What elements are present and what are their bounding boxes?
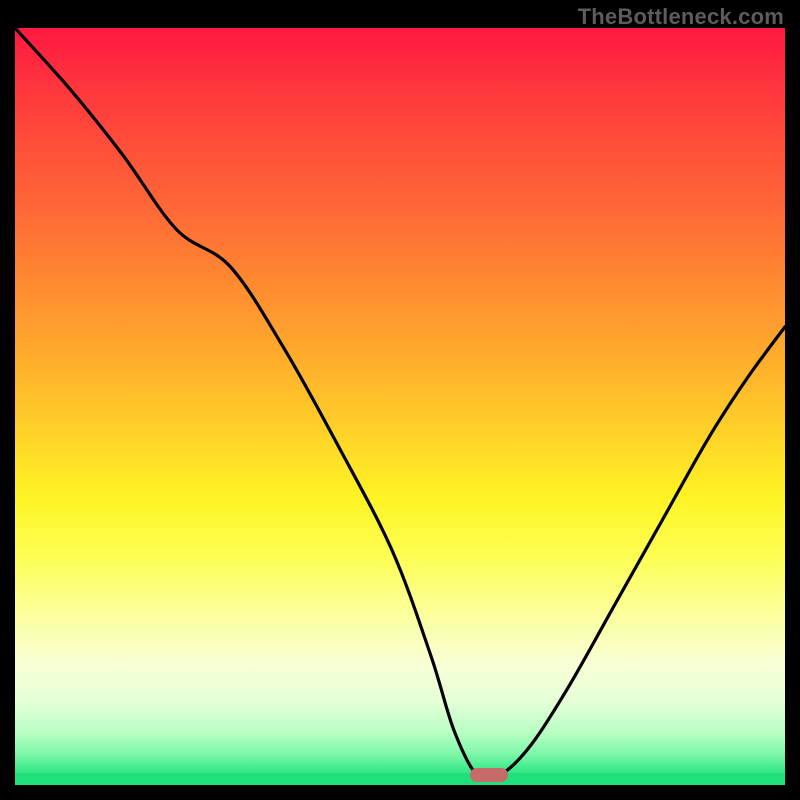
- bottleneck-marker: [470, 768, 508, 782]
- chart-frame: TheBottleneck.com: [0, 0, 800, 800]
- bottleneck-curve-path: [15, 28, 785, 780]
- plot-area: [15, 28, 785, 785]
- watermark-text: TheBottleneck.com: [578, 4, 784, 30]
- bottleneck-curve-svg: [15, 28, 785, 785]
